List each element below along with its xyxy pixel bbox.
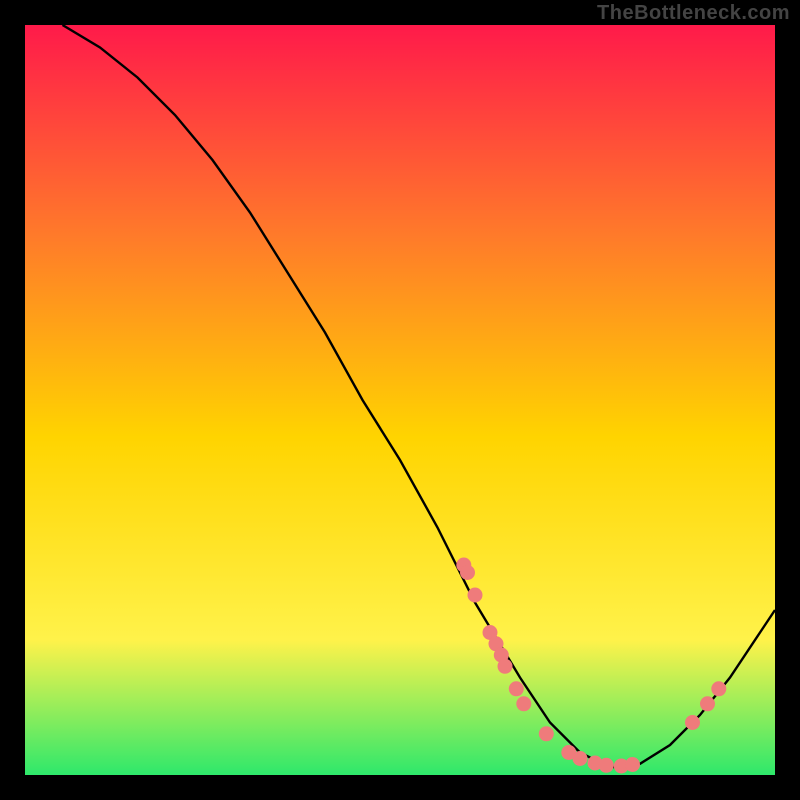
data-marker (539, 726, 554, 741)
watermark-text: TheBottleneck.com (597, 2, 790, 25)
data-marker (516, 696, 531, 711)
data-marker (700, 696, 715, 711)
chart-svg (25, 25, 775, 775)
data-marker (468, 588, 483, 603)
data-marker (460, 565, 475, 580)
data-marker (685, 715, 700, 730)
data-marker (599, 758, 614, 773)
data-marker (573, 751, 588, 766)
data-marker (711, 681, 726, 696)
data-marker (509, 681, 524, 696)
data-marker (625, 757, 640, 772)
data-marker (498, 659, 513, 674)
chart-stage: TheBottleneck.com (0, 0, 800, 800)
plot-area (25, 25, 775, 775)
gradient-bg (25, 25, 775, 775)
